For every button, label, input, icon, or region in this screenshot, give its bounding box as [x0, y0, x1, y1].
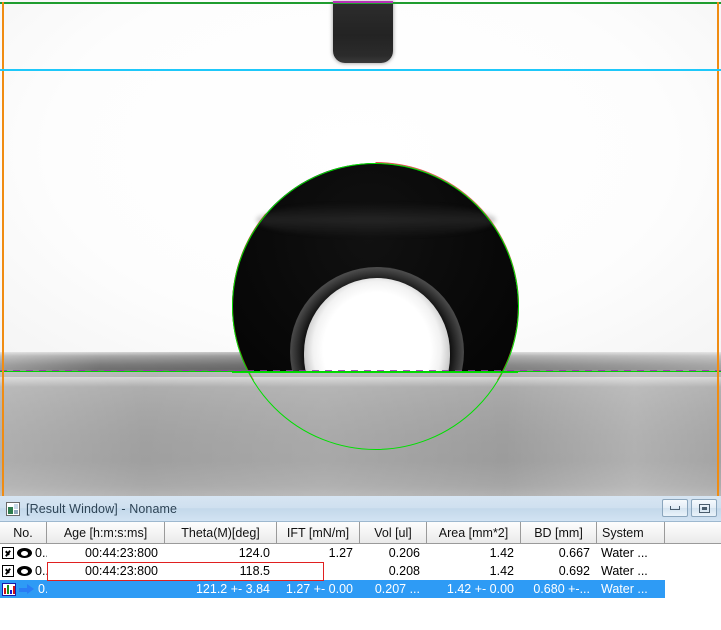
cell-bd: 0.692: [521, 562, 597, 580]
column-header-ift[interactable]: IFT [mN/m]: [277, 522, 360, 543]
summary-cell-area: 1.42 +- 0.00: [427, 580, 521, 598]
row-checkbox[interactable]: [2, 547, 14, 559]
column-header-no[interactable]: No.: [0, 522, 47, 543]
cell-age: 00:44:23:800: [47, 562, 165, 580]
result-window-titlebar[interactable]: [Result Window] - Noname: [0, 496, 721, 522]
droplet-reflection-band: [256, 203, 496, 237]
cell-age: 00:44:23:800: [47, 544, 165, 562]
table-empty-area: [0, 598, 721, 630]
summary-cell-ift: 1.27 +- 0.00: [277, 580, 360, 598]
cell-spacer: [665, 544, 721, 562]
row-index-label: 0...: [35, 546, 47, 560]
column-header-age[interactable]: Age [h:m:s:ms]: [47, 522, 165, 543]
summary-cell-bd: 0.680 +-...: [521, 580, 597, 598]
substrate-sheen: [0, 377, 721, 387]
restore-button[interactable]: [691, 499, 717, 517]
cell-ift: [277, 562, 360, 580]
result-window-title: [Result Window] - Noname: [26, 502, 177, 516]
column-header-vol[interactable]: Vol [ul]: [360, 522, 427, 543]
drop-icon: [17, 566, 32, 576]
cell-ift: 1.27: [277, 544, 360, 562]
cell-bd: 0.667: [521, 544, 597, 562]
row-checkbox[interactable]: [2, 565, 14, 577]
cell-area: 1.42: [427, 544, 521, 562]
summary-index-label: 0...: [38, 582, 47, 596]
substrate-surface: [0, 372, 721, 496]
cell-area: 1.42: [427, 562, 521, 580]
restore-icon: [699, 504, 710, 513]
cell-system: Water ...: [597, 544, 665, 562]
table-row[interactable]: 0... 00:44:23:800 124.0 1.27 0.206 1.42 …: [0, 544, 721, 562]
camera-image-pane[interactable]: [0, 0, 721, 496]
table-row[interactable]: 0... 00:44:23:800 118.5 0.208 1.42 0.692…: [0, 562, 721, 580]
summary-no-cell[interactable]: 0...: [0, 580, 47, 598]
cell-system: Water ...: [597, 562, 665, 580]
window-controls: [662, 499, 717, 517]
column-header-theta[interactable]: Theta(M)[deg]: [165, 522, 277, 543]
summary-cell-spacer: [665, 580, 721, 598]
drop-icon: [17, 548, 32, 558]
sessile-droplet: [232, 163, 518, 373]
result-window-icon: [6, 502, 20, 516]
minimize-button[interactable]: [662, 499, 688, 517]
column-header-area[interactable]: Area [mm*2]: [427, 522, 521, 543]
row-index-label: 0...: [35, 564, 47, 578]
summary-row[interactable]: 0... 121.2 +- 3.84 1.27 +- 0.00 0.207 ..…: [0, 580, 721, 598]
needle-dispenser: [333, 2, 393, 63]
row-no-cell[interactable]: 0...: [0, 544, 47, 562]
minimize-icon: [670, 506, 680, 510]
table-header-row: No. Age [h:m:s:ms] Theta(M)[deg] IFT [mN…: [0, 522, 721, 544]
result-window: [Result Window] - Noname No. Age [h:m:s:…: [0, 496, 721, 629]
summary-cell-age: [47, 580, 165, 598]
column-header-system[interactable]: System: [597, 522, 665, 543]
row-no-cell[interactable]: 0...: [0, 562, 47, 580]
results-table: No. Age [h:m:s:ms] Theta(M)[deg] IFT [mN…: [0, 522, 721, 630]
summary-cell-system: Water ...: [597, 580, 665, 598]
arrow-right-icon: [19, 584, 35, 595]
cell-spacer: [665, 562, 721, 580]
bar-chart-icon: [2, 583, 16, 596]
cell-theta: 118.5: [165, 562, 277, 580]
cell-vol: 0.206: [360, 544, 427, 562]
column-header-spacer: [665, 522, 721, 543]
column-header-bd[interactable]: BD [mm]: [521, 522, 597, 543]
cell-theta: 124.0: [165, 544, 277, 562]
summary-cell-vol: 0.207 ...: [360, 580, 427, 598]
application-window: [Result Window] - Noname No. Age [h:m:s:…: [0, 0, 721, 629]
summary-cell-theta: 121.2 +- 3.84: [165, 580, 277, 598]
cell-vol: 0.208: [360, 562, 427, 580]
